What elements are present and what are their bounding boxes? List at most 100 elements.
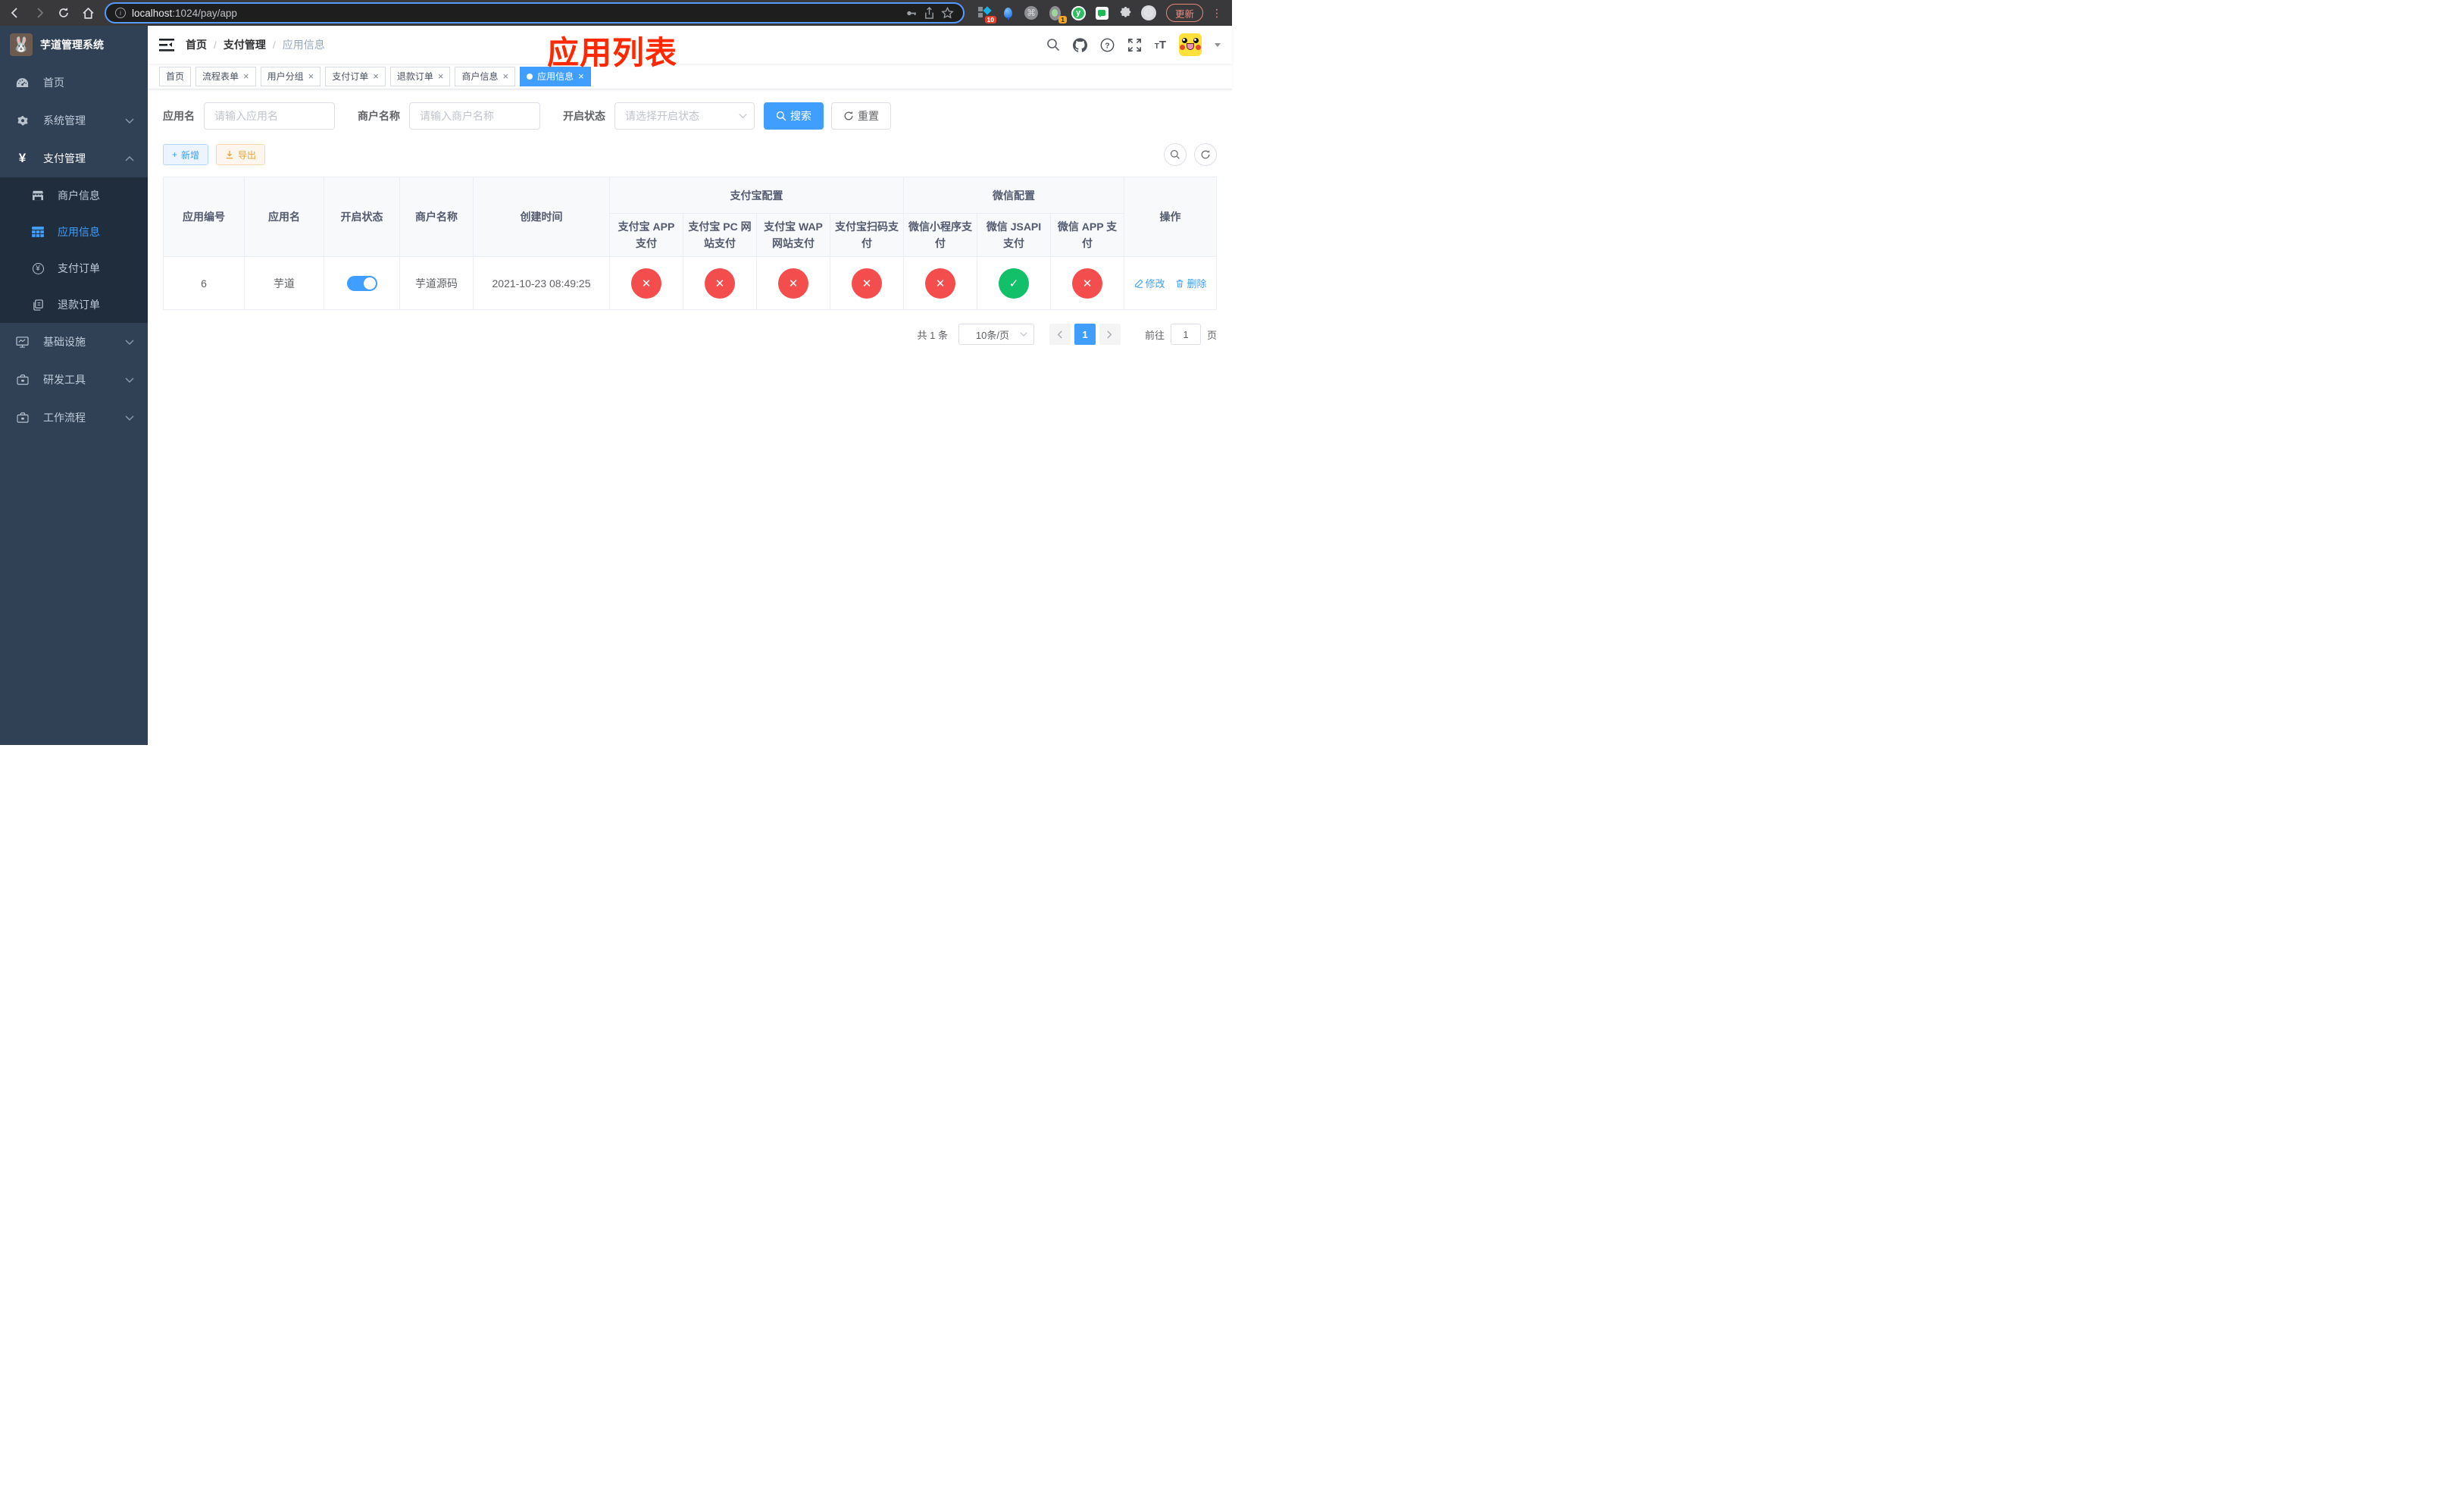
- chevron-down-icon: [1020, 332, 1027, 337]
- sidebar-item-refund-order[interactable]: 退款订单: [0, 286, 148, 323]
- toggle-search-button[interactable]: [1164, 143, 1187, 166]
- sidebar-item-payment[interactable]: ¥ 支付管理: [0, 139, 148, 177]
- help-icon[interactable]: ?: [1100, 38, 1115, 52]
- chevron-down-icon: [739, 114, 747, 119]
- app-frame: 🐰 芋道管理系统 首页 系统管理 ¥ 支付管理 商户信息 应用信息 ¥ 支付订单…: [0, 26, 1232, 745]
- gear-icon: [16, 114, 29, 127]
- page-number-button[interactable]: 1: [1074, 324, 1096, 345]
- edit-link[interactable]: 修改: [1134, 276, 1165, 290]
- page-size-select[interactable]: 10条/页: [958, 324, 1034, 345]
- site-info-icon[interactable]: i: [115, 8, 126, 18]
- export-button[interactable]: 导出: [216, 144, 266, 165]
- extension-blocks-icon[interactable]: 10: [977, 5, 996, 23]
- breadcrumb: 首页 / 支付管理 / 应用信息: [186, 37, 325, 52]
- tag-user-group[interactable]: 用户分组 ×: [260, 66, 321, 86]
- col-header-alipay-qr: 支付宝扫码支付: [830, 213, 904, 257]
- breadcrumb-home[interactable]: 首页: [186, 37, 207, 52]
- table-toolbar: + 新增 导出: [163, 143, 1217, 166]
- extension-chat-icon[interactable]: [1094, 5, 1109, 20]
- status-toggle[interactable]: [346, 275, 377, 291]
- extension-balloon-icon[interactable]: [1000, 5, 1015, 20]
- sidebar-item-app-info[interactable]: 应用信息: [0, 214, 148, 250]
- extension-badge: 1: [1058, 15, 1067, 23]
- extension-oval-icon[interactable]: 1: [1047, 5, 1067, 23]
- tag-pay-order[interactable]: 支付订单 ×: [325, 66, 386, 86]
- sidebar-item-infrastructure[interactable]: 基础设施: [0, 323, 148, 361]
- extension-badge: 10: [984, 15, 996, 23]
- fullscreen-icon[interactable]: [1127, 38, 1142, 52]
- sidebar-logo[interactable]: 🐰 芋道管理系统: [0, 26, 148, 64]
- chevron-down-icon: [125, 377, 134, 383]
- alipay-qr-status-icon: ✕: [852, 268, 882, 299]
- browser-home-button[interactable]: [80, 5, 95, 20]
- font-size-icon[interactable]: TT: [1155, 39, 1166, 51]
- chevron-up-icon: [125, 155, 134, 161]
- documents-icon: [32, 299, 44, 311]
- user-avatar[interactable]: [1179, 33, 1202, 56]
- add-button[interactable]: + 新增: [163, 144, 209, 165]
- close-icon[interactable]: ×: [373, 71, 379, 81]
- extensions-puzzle-icon[interactable]: [1118, 5, 1133, 20]
- bookmark-star-icon[interactable]: [941, 6, 954, 20]
- extension-command-icon[interactable]: ⌘: [1024, 5, 1039, 20]
- active-dot: [527, 73, 533, 80]
- user-menu-caret-icon[interactable]: [1215, 42, 1221, 47]
- toolbox-icon: [16, 412, 29, 423]
- yen-circle-icon: ¥: [32, 262, 44, 274]
- close-icon[interactable]: ×: [243, 71, 249, 81]
- browser-back-button[interactable]: [8, 5, 23, 20]
- close-icon[interactable]: ×: [502, 71, 508, 81]
- password-key-icon[interactable]: [905, 7, 918, 20]
- extension-y-icon[interactable]: y: [1071, 5, 1086, 20]
- refresh-button[interactable]: [1194, 143, 1217, 166]
- alipay-wap-status-icon: ✕: [778, 268, 808, 299]
- toolbox-icon: [16, 374, 29, 385]
- browser-reload-button[interactable]: [56, 5, 71, 20]
- tag-home[interactable]: 首页: [159, 66, 192, 86]
- sidebar-item-dev-tools[interactable]: 研发工具: [0, 361, 148, 399]
- tag-merchant-info[interactable]: 商户信息 ×: [455, 66, 516, 86]
- sidebar-item-home[interactable]: 首页: [0, 64, 148, 102]
- tag-flow-form[interactable]: 流程表单 ×: [195, 66, 256, 86]
- chrome-update-button[interactable]: 更新: [1166, 4, 1204, 22]
- tags-view-bar: 首页 流程表单 × 用户分组 × 支付订单 × 退款订单 × 商户信息 × 应用信息 ×: [148, 64, 1232, 89]
- status-select[interactable]: 请选择开启状态: [614, 102, 755, 130]
- prev-page-button[interactable]: [1049, 324, 1071, 345]
- next-page-button[interactable]: [1099, 324, 1121, 345]
- sidebar: 🐰 芋道管理系统 首页 系统管理 ¥ 支付管理 商户信息 应用信息 ¥ 支付订单…: [0, 26, 148, 745]
- app-title: 芋道管理系统: [40, 39, 104, 51]
- close-icon[interactable]: ×: [438, 71, 444, 81]
- browser-forward-button[interactable]: [32, 5, 47, 20]
- search-button[interactable]: 搜索: [764, 102, 824, 130]
- sidebar-collapse-icon[interactable]: [159, 38, 174, 52]
- breadcrumb-payment[interactable]: 支付管理: [224, 37, 266, 52]
- col-header-alipay-pc: 支付宝 PC 网站支付: [683, 213, 757, 257]
- breadcrumb-current: 应用信息: [282, 39, 325, 51]
- browser-profile-avatar[interactable]: 😃: [1141, 5, 1156, 20]
- merchant-name-input[interactable]: [409, 102, 540, 130]
- github-icon[interactable]: [1072, 37, 1087, 52]
- sidebar-item-merchant-info[interactable]: 商户信息: [0, 177, 148, 214]
- goto-page-input[interactable]: [1170, 324, 1201, 345]
- reset-button[interactable]: 重置: [831, 102, 891, 130]
- close-icon[interactable]: ×: [308, 71, 314, 81]
- sidebar-item-workflow[interactable]: 工作流程: [0, 399, 148, 437]
- col-header-merchant: 商户名称: [399, 177, 474, 257]
- search-icon[interactable]: [1046, 38, 1060, 52]
- sidebar-item-pay-order[interactable]: ¥ 支付订单: [0, 250, 148, 286]
- share-icon[interactable]: [924, 6, 935, 20]
- sidebar-item-label: 系统管理: [43, 114, 86, 127]
- status-label: 开启状态: [563, 110, 605, 122]
- wx-app-status-icon: ✕: [1072, 268, 1103, 299]
- delete-link[interactable]: 删除: [1175, 276, 1206, 290]
- browser-menu-icon[interactable]: ⋮: [1212, 7, 1222, 20]
- close-icon[interactable]: ×: [578, 71, 584, 81]
- col-header-wx-app: 微信 APP 支付: [1049, 213, 1125, 257]
- tag-refund-order[interactable]: 退款订单 ×: [389, 66, 451, 86]
- dashboard-icon: [16, 77, 29, 89]
- tag-app-info[interactable]: 应用信息 ×: [520, 66, 591, 86]
- url-bar[interactable]: i localhost:1024/pay/app: [105, 2, 965, 23]
- search-form: 应用名 商户名称 开启状态 请选择开启状态 搜索 重置: [163, 102, 1217, 130]
- app-name-input[interactable]: [204, 102, 335, 130]
- sidebar-item-system[interactable]: 系统管理: [0, 102, 148, 139]
